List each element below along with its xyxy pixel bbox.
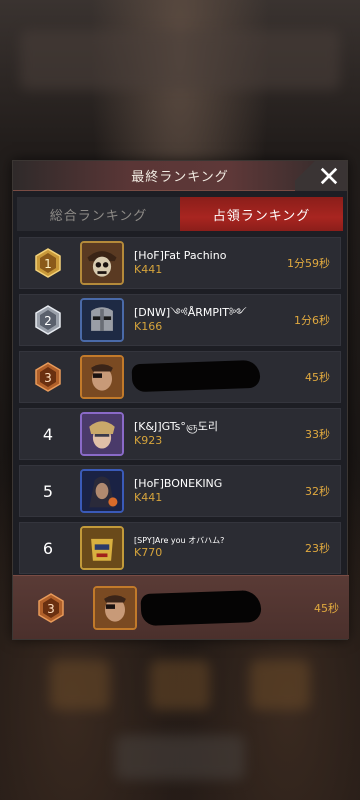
player-name: [HoF]Fat Pachino <box>134 249 227 263</box>
ranking-row[interactable]: 3 45秒 <box>19 351 341 403</box>
close-x-icon <box>320 167 338 185</box>
player-name: [DNW]༺ÅRMPIT༻ <box>134 306 247 320</box>
panel-header: 最終ランキング <box>13 161 347 191</box>
ranking-row[interactable]: 1 [HoF]Fat Pachino K441 1分59秒 <box>19 237 341 289</box>
background-button <box>115 735 245 780</box>
ranking-row[interactable]: 4 [K&J]GTs°ஞ도리 K923 33秒 <box>19 408 341 460</box>
close-button[interactable] <box>295 161 347 191</box>
eyepatch-hero-avatar <box>93 585 137 630</box>
ranking-row[interactable]: 6 [SPY]Are you オバハム? K770 23秒 <box>19 522 341 574</box>
bronze-medal-icon: 3 <box>35 362 61 392</box>
player-info: [HoF]Fat Pachino K441 <box>134 249 260 277</box>
golden-robot-avatar <box>80 526 124 570</box>
occupation-time: 45秒 <box>305 371 330 384</box>
occupation-time: 23秒 <box>305 542 330 555</box>
medal-rank-number: 3 <box>44 371 52 385</box>
redaction-mark <box>140 589 262 627</box>
player-info: [HoF]BONEKING K441 <box>134 477 260 505</box>
helmet-blonde-avatar <box>80 412 124 456</box>
occupation-time: 1分6秒 <box>294 314 330 327</box>
redaction-mark <box>131 359 261 393</box>
player-kingdom: K923 <box>134 434 163 447</box>
my-ranking-row[interactable]: 3 45秒 <box>13 575 349 639</box>
rank-cell: 6 <box>20 539 76 558</box>
player-info: [K&J]GTs°ஞ도리 K923 <box>134 420 260 448</box>
player-info: [SPY]Are you オバハム? K770 <box>134 536 260 560</box>
occupation-time: 33秒 <box>305 428 330 441</box>
bronze-medal-icon: 3 <box>38 592 64 623</box>
rank-cell: 2 <box>20 305 76 335</box>
player-name: [SPY]Are you オバハム? <box>134 536 225 546</box>
eyepatch-hero-avatar <box>80 355 124 399</box>
player-kingdom: K770 <box>134 546 163 560</box>
player-info: [DNW]༺ÅRMPIT༻ K166 <box>134 306 260 334</box>
knight-helmet-avatar <box>80 298 124 342</box>
tab-overall-ranking[interactable]: 総合ランキング <box>17 197 180 231</box>
background-top-bar <box>20 30 340 90</box>
ranking-tabs: 総合ランキング 占領ランキング <box>17 197 343 231</box>
medal-rank-number: 1 <box>44 257 52 271</box>
background-reward-slot <box>150 660 210 710</box>
panel-title: 最終ランキング <box>131 170 229 185</box>
player-kingdom: K441 <box>134 263 163 276</box>
occupation-time: 32秒 <box>305 485 330 498</box>
ranking-row[interactable]: 5 [HoF]BONEKING K441 32秒 <box>19 465 341 517</box>
ranking-list: 1 [HoF]Fat Pachino K441 1分59秒 2 [DNW]༺ÅR… <box>13 231 347 574</box>
dark-mage-avatar <box>80 469 124 513</box>
silver-medal-icon: 2 <box>35 305 61 335</box>
rank-cell: 5 <box>20 482 76 501</box>
player-kingdom: K166 <box>134 320 163 333</box>
rank-cell: 1 <box>20 248 76 278</box>
gold-medal-icon: 1 <box>35 248 61 278</box>
skull-pirate-avatar <box>80 241 124 285</box>
player-name: [K&J]GTs°ஞ도리 <box>134 420 218 434</box>
rank-number: 6 <box>42 538 54 558</box>
occupation-time: 1分59秒 <box>287 257 330 270</box>
rank-number: 5 <box>42 481 54 501</box>
medal-rank-number: 3 <box>47 602 55 616</box>
rank-cell: 3 <box>20 362 76 392</box>
rank-cell: 3 <box>13 592 89 623</box>
medal-rank-number: 2 <box>44 314 52 328</box>
player-name: [HoF]BONEKING <box>134 477 223 491</box>
ranking-panel: 最終ランキング 総合ランキング 占領ランキング 1 [HoF]Fat Pachi… <box>12 160 349 640</box>
occupation-time: 45秒 <box>314 601 339 615</box>
player-kingdom: K441 <box>134 491 163 504</box>
tab-occupation-ranking[interactable]: 占領ランキング <box>180 197 343 231</box>
rank-cell: 4 <box>20 425 76 444</box>
background-reward-slot <box>250 660 310 710</box>
ranking-row[interactable]: 2 [DNW]༺ÅRMPIT༻ K166 1分6秒 <box>19 294 341 346</box>
rank-number: 4 <box>42 424 54 444</box>
background-reward-slot <box>50 660 110 710</box>
